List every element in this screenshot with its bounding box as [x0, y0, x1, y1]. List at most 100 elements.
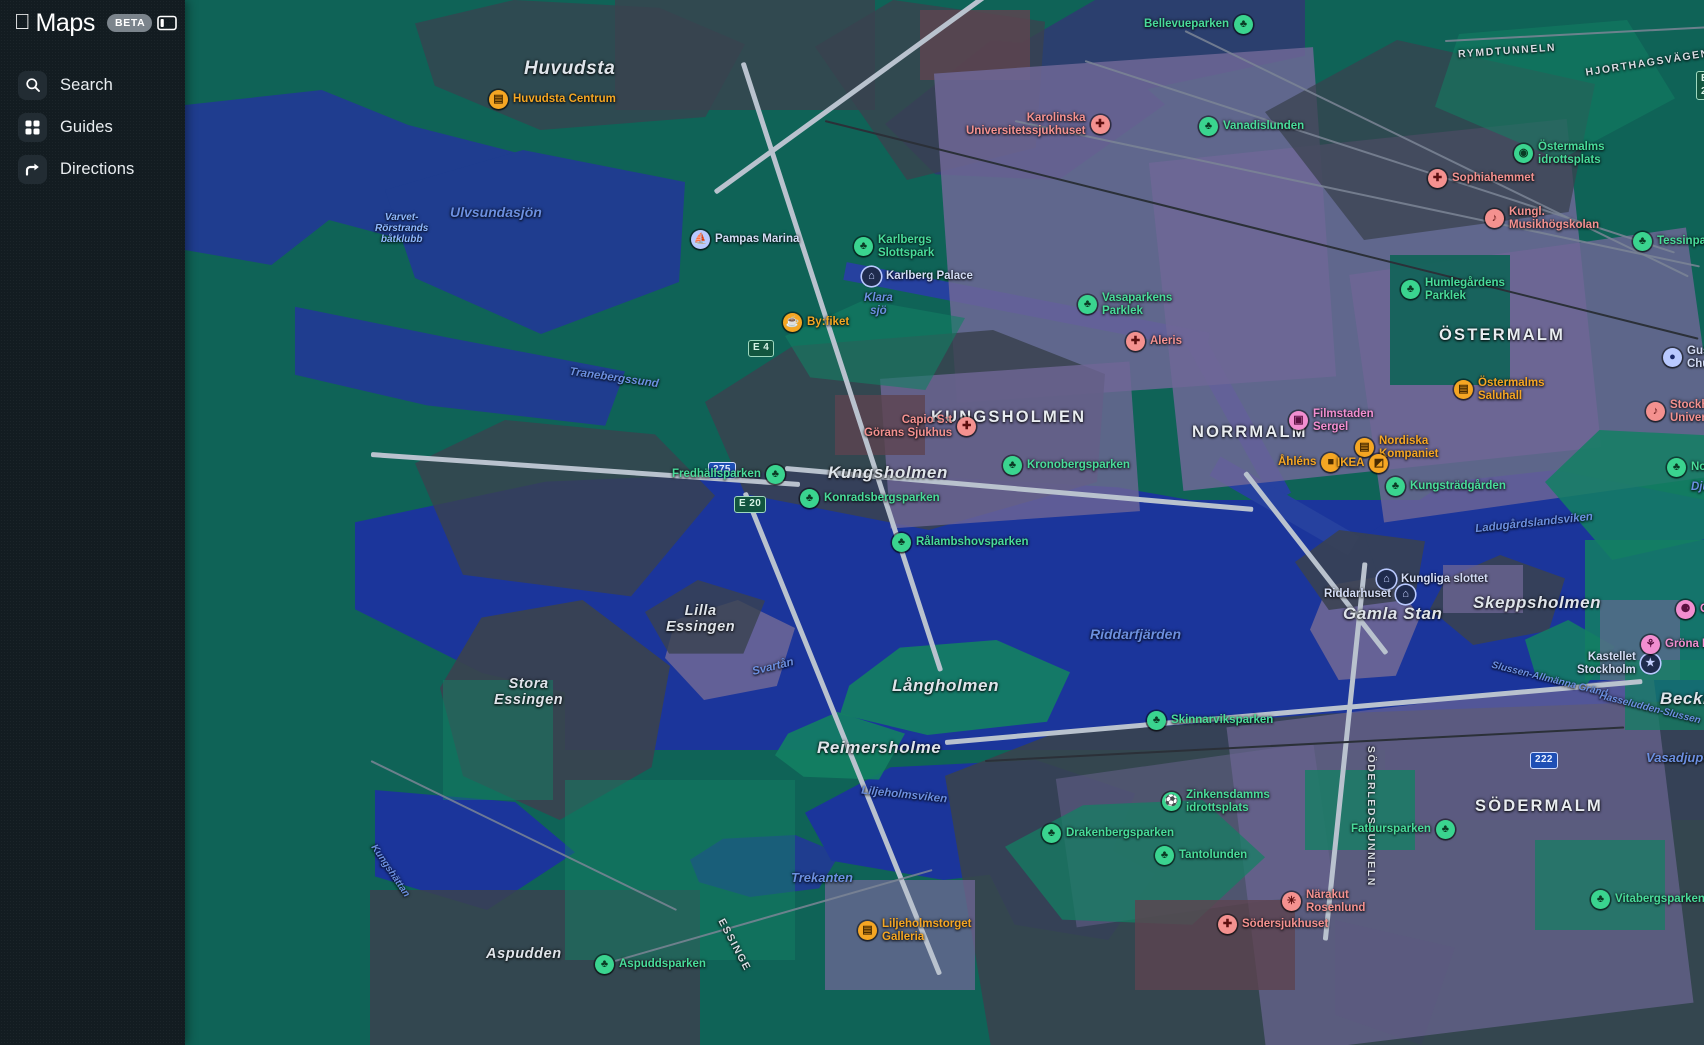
park-tree-icon[interactable]: ♣ — [1042, 824, 1061, 843]
map-poi[interactable]: ⌂ Karlberg Palace — [862, 267, 973, 286]
furniture-store-icon[interactable]: ◩ — [1369, 454, 1389, 473]
map-poi[interactable]: ♪StockholmsUniversitet — [1646, 399, 1704, 425]
park-tree-icon[interactable]: ♣ — [1435, 820, 1455, 839]
map-poi[interactable]: ▤ Huvudsta Centrum — [489, 90, 616, 109]
hospital-cross-icon[interactable]: ✚ — [1428, 169, 1447, 188]
map-poi[interactable]: ■ Åhléns — [1278, 453, 1341, 472]
route-shield[interactable]: 222 — [1530, 752, 1558, 769]
map-poi[interactable]: ♣ Bellevueparken — [1144, 15, 1254, 34]
map-poi[interactable]: ♣ Fredhällsparken — [672, 465, 785, 484]
map-canvas[interactable]: KUNGSHOLMEN NORRMALM ÖSTERMALM SÖDERMALM… — [185, 0, 1704, 1045]
park-tree-icon[interactable]: ♣ — [1667, 458, 1686, 477]
map-poi[interactable]: ♣ Kungsträdgården — [1386, 477, 1506, 496]
hospital-cross-icon[interactable]: ✚ — [1218, 915, 1237, 934]
park-tree-icon[interactable]: ♣ — [1003, 456, 1022, 475]
map-poi[interactable]: ✚ Karolinska Universitetssjukhuset — [966, 112, 1110, 138]
hospital-cross-icon[interactable]: ✚ — [957, 417, 977, 437]
marina-sailboat-icon[interactable]: ⛵ — [691, 230, 710, 249]
park-tree-icon[interactable]: ♣ — [1078, 295, 1097, 315]
map-poi[interactable]: ☕ By:fiket — [783, 313, 849, 332]
map-poi[interactable]: ● Gustaf AdolfChurch — [1663, 345, 1704, 371]
route-shield[interactable]: E 4 — [748, 340, 775, 357]
map-poi[interactable]: ♪ Kungl. Musikhögskolan — [1485, 206, 1599, 232]
market-icon[interactable]: ▤ — [1454, 380, 1473, 400]
sports-track-icon[interactable]: ◉ — [1514, 144, 1533, 164]
castle-icon[interactable]: ⌂ — [1396, 585, 1416, 604]
map-poi-label: Riddarhuset — [1324, 588, 1392, 601]
education-icon[interactable]: ♪ — [1646, 402, 1665, 422]
sidebar-item-search[interactable]: Search — [0, 64, 185, 106]
park-tree-icon[interactable]: ♣ — [1234, 15, 1254, 34]
map-poi[interactable]: ♣ Aspuddsparken — [595, 955, 706, 974]
park-tree-icon[interactable]: ♣ — [1386, 477, 1405, 496]
education-icon[interactable]: ♪ — [1485, 209, 1504, 229]
park-tree-icon[interactable]: ♣ — [1591, 890, 1610, 909]
map-poi[interactable]: ♣ Nobelparken — [1667, 458, 1704, 477]
park-tree-icon[interactable]: ♣ — [892, 533, 911, 552]
map-poi[interactable]: ✚ Södersjukhuset — [1218, 915, 1328, 934]
map-poi-label: Tantolunden — [1179, 849, 1248, 862]
map-poi[interactable]: ▤ Liljeholmstorget Galleria — [858, 918, 971, 944]
theatre-masks-icon[interactable]: ⚈ — [1676, 600, 1695, 619]
sidebar-item-guides[interactable]: Guides — [0, 106, 185, 148]
app-title: Maps — [19, 8, 96, 37]
map-poi[interactable]: ⚘ Gröna Lund — [1641, 635, 1704, 654]
map-poi[interactable]: ◩ IKEA — [1337, 454, 1389, 473]
church-icon[interactable]: ● — [1663, 348, 1682, 368]
map-poi[interactable]: ✚ Aleris — [1126, 332, 1182, 351]
map-poi[interactable]: ⌂ Riddarhuset — [1324, 585, 1416, 604]
sidebar-item-label: Directions — [60, 159, 135, 178]
park-tree-icon[interactable]: ♣ — [854, 237, 873, 257]
map-poi[interactable]: ♣ Fatbursparken — [1351, 820, 1455, 839]
map-poi-label: Aleris — [1150, 335, 1182, 348]
map-poi[interactable]: ♣ Tessinparken — [1633, 232, 1704, 251]
map-poi[interactable]: ♣ Kronobergsparken — [1003, 456, 1130, 475]
cinema-icon[interactable]: ▣ — [1289, 411, 1308, 431]
map-poi-label: Konradsbergsparken — [824, 492, 940, 505]
map-poi[interactable]: ▤ Östermalms Saluhall — [1454, 377, 1544, 403]
map-poi[interactable]: ♣ Vasaparkens Parklek — [1078, 292, 1172, 318]
route-shield[interactable]: E 20 — [734, 496, 767, 513]
castle-icon[interactable]: ⌂ — [862, 267, 881, 286]
map-poi[interactable]: ⚽ Zinkensdamms idrottsplats — [1162, 789, 1270, 815]
sidebar-item-directions[interactable]: Directions — [0, 148, 185, 190]
map-poi[interactable]: ⚈ Cirkus — [1676, 600, 1704, 619]
map-poi[interactable]: ♣ Rålambshovsparken — [892, 533, 1029, 552]
sports-icon[interactable]: ⚽ — [1162, 792, 1181, 812]
map-poi[interactable]: ◉ Östermalms idrottsplats — [1514, 141, 1604, 167]
map-poi[interactable]: ♣ Vitabergsparken — [1591, 890, 1704, 909]
map-poi[interactable]: ★ Kastellet Stockholm — [1577, 651, 1660, 677]
map-poi[interactable]: ▣ Filmstaden Sergel — [1289, 408, 1374, 434]
park-tree-icon[interactable]: ♣ — [1633, 232, 1652, 251]
map-poi[interactable]: ♣ Skinnarviksparken — [1147, 711, 1273, 730]
sidebar-toggle-icon[interactable] — [157, 14, 178, 32]
park-tree-icon[interactable]: ♣ — [765, 465, 785, 484]
park-tree-icon[interactable]: ♣ — [1147, 711, 1166, 730]
map-poi[interactable]: ♣ Tantolunden — [1155, 846, 1247, 865]
shopping-bag-icon[interactable]: ▤ — [489, 90, 508, 109]
park-tree-icon[interactable]: ♣ — [800, 489, 819, 508]
map-poi[interactable]: ✳ Närakut Rosenlund — [1282, 889, 1365, 915]
map-poi[interactable]: ♣ Drakenbergsparken — [1042, 824, 1174, 843]
park-tree-icon[interactable]: ♣ — [595, 955, 614, 974]
urgent-care-icon[interactable]: ✳ — [1282, 892, 1301, 912]
shopping-bag-icon[interactable]: ▤ — [858, 921, 877, 941]
map-poi[interactable]: ♣ Konradsbergsparken — [800, 489, 940, 508]
map-poi[interactable]: ♣ Vanadislunden — [1199, 117, 1304, 136]
map-poi[interactable]: ♣ Karlbergs Slottspark — [854, 234, 934, 260]
park-tree-icon[interactable]: ♣ — [1155, 846, 1174, 865]
route-shield[interactable]: E 20 — [1696, 71, 1704, 100]
map-poi-label: Karlberg Palace — [886, 270, 973, 283]
park-tree-icon[interactable]: ♣ — [1401, 280, 1420, 300]
hospital-cross-icon[interactable]: ✚ — [1126, 332, 1145, 351]
map-poi[interactable]: ⛵ Pampas Marina — [691, 230, 799, 249]
park-tree-icon[interactable]: ♣ — [1199, 117, 1218, 136]
map-poi-label: Södersjukhuset — [1242, 918, 1329, 931]
amusement-park-icon[interactable]: ⚘ — [1641, 635, 1660, 654]
cafe-icon[interactable]: ☕ — [783, 313, 802, 332]
map-poi[interactable]: ✚ Capio S:t Görans Sjukhus — [864, 414, 977, 440]
map-poi[interactable]: ♣ Humlegårdens Parklek — [1401, 277, 1505, 303]
map-poi[interactable]: ✚ Sophiahemmet — [1428, 169, 1534, 188]
hospital-cross-icon[interactable]: ✚ — [1090, 115, 1110, 135]
landmark-star-icon[interactable]: ★ — [1640, 654, 1660, 674]
